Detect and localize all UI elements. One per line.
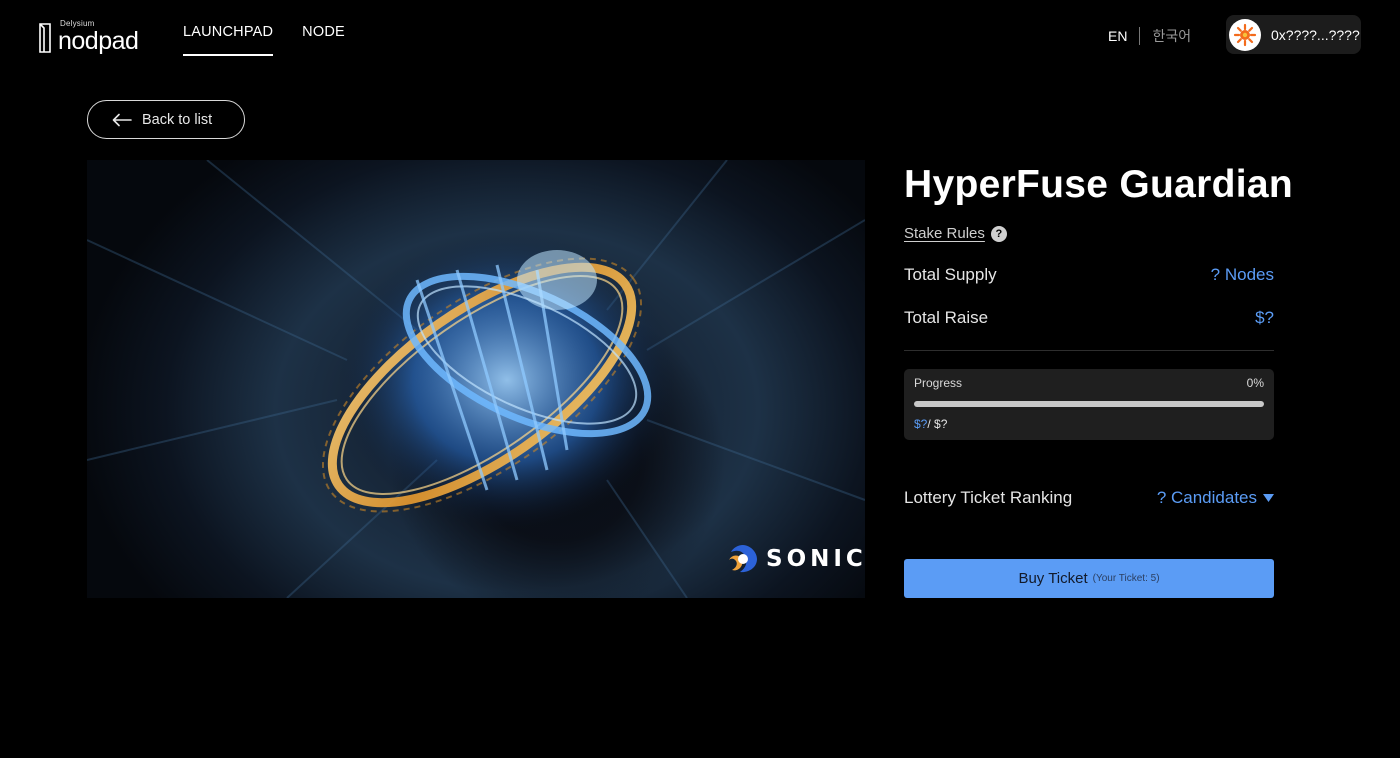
wallet-button[interactable]: 0x????...????	[1226, 15, 1361, 54]
progress-total-amount: / $?	[927, 417, 948, 431]
total-raise-label: Total Raise	[904, 308, 989, 327]
logo-wordmark: nodpad	[58, 27, 139, 55]
lottery-ranking-row: Lottery Ticket Ranking ? Candidates	[904, 488, 1274, 508]
back-button-label: Back to list	[142, 111, 213, 128]
sonic-brand-logo: SONIC	[728, 544, 865, 574]
stake-rules-label: Stake Rules	[904, 225, 985, 242]
total-supply-label: Total Supply	[904, 265, 997, 284]
back-to-list-button[interactable]: Back to list	[87, 100, 245, 139]
progress-label: Progress	[914, 376, 963, 390]
help-question-icon[interactable]: ?	[990, 225, 1007, 242]
progress-current-amount: $?	[914, 417, 928, 431]
portal-artwork	[87, 160, 865, 598]
project-hero-image: SONIC	[87, 160, 865, 598]
wallet-address: 0x????...????	[1271, 26, 1360, 43]
section-divider	[904, 350, 1274, 351]
progress-bar	[914, 401, 1264, 407]
caret-down-icon	[1263, 494, 1274, 502]
wallet-avatar-icon	[1229, 18, 1261, 51]
your-ticket-count: (Your Ticket: 5)	[1092, 573, 1160, 584]
lang-korean[interactable]: 한국어	[1152, 26, 1191, 46]
nav-launchpad[interactable]: LAUNCHPAD	[183, 24, 274, 56]
sonic-wordmark: SONIC	[766, 546, 865, 572]
sonic-emblem-icon	[729, 545, 757, 573]
top-navigation-bar: Delysium nodpad LAUNCHPAD NODE EN 한국어 0x…	[0, 0, 1400, 70]
nodpad-logo[interactable]: Delysium nodpad	[38, 18, 148, 54]
total-raise-row: Total Raise $?	[904, 308, 1274, 328]
buy-ticket-button[interactable]: Buy Ticket (Your Ticket: 5)	[904, 559, 1274, 598]
logo-brand-caption: Delysium	[60, 19, 95, 28]
buy-ticket-label: Buy Ticket	[1018, 570, 1088, 587]
language-switcher: EN 한국어	[1108, 26, 1191, 46]
candidates-value: ? Candidates	[1156, 488, 1257, 507]
lang-divider	[1139, 27, 1141, 45]
nav-node[interactable]: NODE	[302, 24, 345, 56]
progress-card: Progress 0% $?/ $?	[904, 369, 1274, 440]
main-nav: LAUNCHPAD NODE	[183, 24, 345, 56]
lottery-ranking-label: Lottery Ticket Ranking	[904, 488, 1073, 507]
lang-english[interactable]: EN	[1108, 28, 1127, 44]
total-raise-value: $?	[1255, 308, 1274, 327]
total-supply-row: Total Supply ? Nodes	[904, 265, 1274, 285]
total-supply-value: ? Nodes	[1210, 265, 1274, 284]
candidates-dropdown[interactable]: ? Candidates	[1157, 488, 1274, 508]
arrow-left-icon	[112, 113, 132, 126]
progress-percent: 0%	[1246, 376, 1264, 390]
stake-rules-link[interactable]: Stake Rules ?	[904, 225, 1007, 242]
progress-amounts: $?/ $?	[914, 417, 1264, 431]
project-title: HyperFuse Guardian	[904, 163, 1294, 206]
